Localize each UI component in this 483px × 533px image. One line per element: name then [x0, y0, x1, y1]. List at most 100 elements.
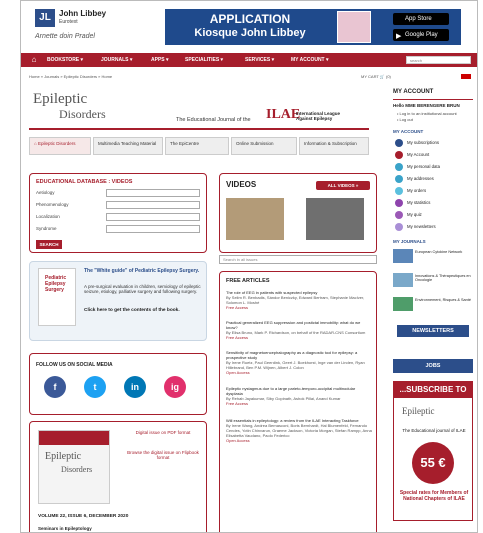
issue-cover-title: Epileptic — [45, 451, 82, 462]
article-item[interactable]: Sensitivity of magnetoencephalography as… — [226, 350, 372, 375]
menu-label: My Account — [407, 152, 430, 157]
menu-label: My subscriptions — [407, 140, 439, 145]
access-badge: Free Access — [226, 401, 249, 406]
tab-multimedia[interactable]: Multimedia Teaching Material — [93, 137, 163, 155]
google-play-button[interactable]: ▶ Google Play — [393, 29, 449, 41]
white-guide-promo[interactable]: Pediatric Epilepsy Surgery The "White gu… — [29, 261, 207, 341]
field-label: Phenomenology — [36, 202, 69, 207]
journal-item[interactable]: Innovations & Thérapeutiques en Oncologi… — [393, 273, 473, 287]
sidebar-divider — [393, 99, 473, 100]
cart-link[interactable]: MY CART 🛒 (0) — [361, 74, 391, 79]
app-store-button[interactable]: App Store — [393, 13, 449, 25]
home-icon[interactable]: ⌂ — [27, 55, 41, 65]
nav-bookstore[interactable]: BOOKSTORE ▾ — [47, 53, 83, 67]
access-badge: Free Access — [226, 305, 249, 310]
book-cover-title: Pediatric Epilepsy Surgery — [45, 275, 67, 293]
tab-online-submission[interactable]: Online Submission — [231, 137, 297, 155]
journal-name: Innovations & Thérapeutiques en Oncologi… — [415, 274, 471, 282]
search-issues-input[interactable]: Search in all issues — [219, 255, 377, 264]
field-label: Syndrome — [36, 226, 57, 231]
article-item[interactable]: Will essentials in epileptology: a revie… — [226, 418, 372, 443]
twitter-icon[interactable]: t — [84, 376, 106, 398]
banner-subtitle: Kiosque John Libbey — [194, 27, 306, 39]
tab-label: Epileptic Disorders — [37, 141, 76, 146]
journal-item[interactable]: European Cytokine Network — [393, 249, 473, 263]
nav-services[interactable]: SERVICES ▾ — [245, 53, 274, 67]
guide-link[interactable]: Click here to get the contents of the bo… — [84, 308, 202, 313]
personal-data-icon — [395, 163, 403, 171]
phenomenology-field[interactable] — [106, 201, 200, 209]
journal-logo[interactable]: Epileptic Disorders — [29, 89, 149, 121]
book-cover-image: Pediatric Epilepsy Surgery — [38, 268, 76, 326]
flipbook-issue-link[interactable]: Browse the digital issue on Flipbook for… — [124, 450, 202, 460]
publisher-sub: Eurotext — [59, 19, 78, 25]
video-thumbnail-2[interactable] — [306, 198, 364, 240]
nav-apps[interactable]: APPS ▾ — [151, 53, 169, 67]
access-badge: Free Access — [226, 335, 249, 340]
journal-item[interactable]: Environnement, Risques & Santé — [393, 297, 473, 311]
article-title[interactable]: Practical generalized EEG suppression an… — [226, 320, 360, 330]
account-icon — [395, 151, 403, 159]
ilae-name: International League Against Epilepsy — [296, 111, 341, 121]
journal-cover-image — [393, 249, 413, 263]
article-item[interactable]: Epileptic nystagmus due to a large parie… — [226, 386, 372, 406]
article-authors: By Irene Ruetz, Paul Geerdink, Geert J. … — [226, 360, 365, 370]
article-item[interactable]: Practical generalized EEG suppression an… — [226, 320, 372, 340]
all-videos-button[interactable]: ALL VIDEOS » — [316, 181, 370, 190]
nav-journals[interactable]: JOURNALS ▾ — [101, 53, 132, 67]
journal-name: Environnement, Risques & Santé — [415, 298, 471, 302]
free-articles-title: FREE ARTICLES — [226, 278, 270, 284]
search-button[interactable]: SEARCH — [36, 240, 62, 249]
aetiology-field[interactable] — [106, 189, 200, 197]
article-authors: By Irene Wang, Andrea Bernasconi, Boris … — [226, 423, 372, 438]
ilae-logo: ILAE — [266, 107, 301, 122]
article-item[interactable]: The role of EEG in patients with suspect… — [226, 290, 372, 310]
nav-specialities[interactable]: SPECIALITIES ▾ — [185, 53, 223, 67]
journal-tabs: ⌂ Epileptic Disorders Multimedia Teachin… — [29, 137, 369, 155]
field-label: Aetiology — [36, 190, 55, 195]
guide-text: A pre-surgical evaluation in children, s… — [84, 284, 201, 294]
newsletters-button[interactable]: NEWSLETTERS — [397, 325, 469, 337]
publisher-logo[interactable]: JL John Libbey Eurotext — [35, 9, 131, 29]
tab-epicentre[interactable]: The EpiCentre — [165, 137, 229, 155]
instagram-icon[interactable]: ig — [164, 376, 186, 398]
article-title[interactable]: Epileptic nystagmus due to a large parie… — [226, 386, 355, 396]
jl-logo-mark: JL — [35, 9, 55, 27]
tab-information[interactable]: Information & Subscription — [299, 137, 369, 155]
breadcrumb[interactable]: Home » Journals » Epileptic Disorders » … — [29, 74, 112, 79]
linkedin-icon[interactable]: in — [124, 376, 146, 398]
app-banner[interactable]: APPLICATION Kiosque John Libbey App Stor… — [165, 9, 461, 45]
subscribe-promo[interactable]: ...SUBSCRIBE TO Epileptic The Educationa… — [393, 381, 473, 521]
journal-logo-line2: Disorders — [59, 107, 106, 121]
publisher-imprints: Arnette doin Pradel — [35, 33, 95, 40]
nav-my-account[interactable]: MY ACCOUNT ▾ — [291, 53, 329, 67]
facebook-icon[interactable]: f — [44, 376, 66, 398]
edu-db-title: EDUCATIONAL DATABASE : VIDEOS — [36, 179, 133, 185]
subscribe-heading: ...SUBSCRIBE TO — [394, 382, 472, 398]
account-sidebar: MY ACCOUNT Hello MME BERENGERE BRUN • Lo… — [393, 89, 473, 532]
syndrome-field[interactable] — [106, 225, 200, 233]
play-icon: ▶ — [396, 33, 402, 40]
issue-volume: VOLUME 22, ISSUE 6, DECEMBER 2020 — [38, 514, 129, 519]
issue-cover-image[interactable]: Epileptic Disorders — [38, 430, 110, 504]
browser-frame: JL John Libbey Eurotext Arnette doin Pra… — [20, 0, 478, 533]
logout-link[interactable]: • Log out — [397, 117, 413, 122]
free-articles-panel: FREE ARTICLES The role of EEG in patient… — [219, 271, 377, 532]
tab-epileptic-disorders[interactable]: ⌂ Epileptic Disorders — [29, 137, 91, 155]
my-account-title: MY ACCOUNT — [393, 89, 434, 95]
menu-label: My quiz — [407, 212, 422, 217]
issue-cover-band — [39, 431, 109, 445]
localization-field[interactable] — [106, 213, 200, 221]
language-flag-icon[interactable] — [461, 74, 471, 79]
social-title: FOLLOW US ON SOCIAL MEDIA — [36, 362, 113, 368]
main-nav: ⌂ BOOKSTORE ▾ JOURNALS ▾ APPS ▾ SPECIALI… — [21, 53, 477, 67]
article-title[interactable]: Sensitivity of magnetoencephalography as… — [226, 350, 357, 360]
menu-label: My addresses — [407, 176, 434, 181]
statistics-icon — [395, 199, 403, 207]
pdf-issue-link[interactable]: Digital issue on PDF format — [124, 430, 202, 435]
google-play-label: Google Play — [405, 32, 438, 38]
search-input[interactable]: search — [406, 56, 471, 64]
institutional-login-link[interactable]: • Log in to an institutional account — [397, 111, 457, 116]
video-thumbnail-1[interactable] — [226, 198, 284, 240]
jobs-button[interactable]: JOBS — [393, 359, 473, 373]
